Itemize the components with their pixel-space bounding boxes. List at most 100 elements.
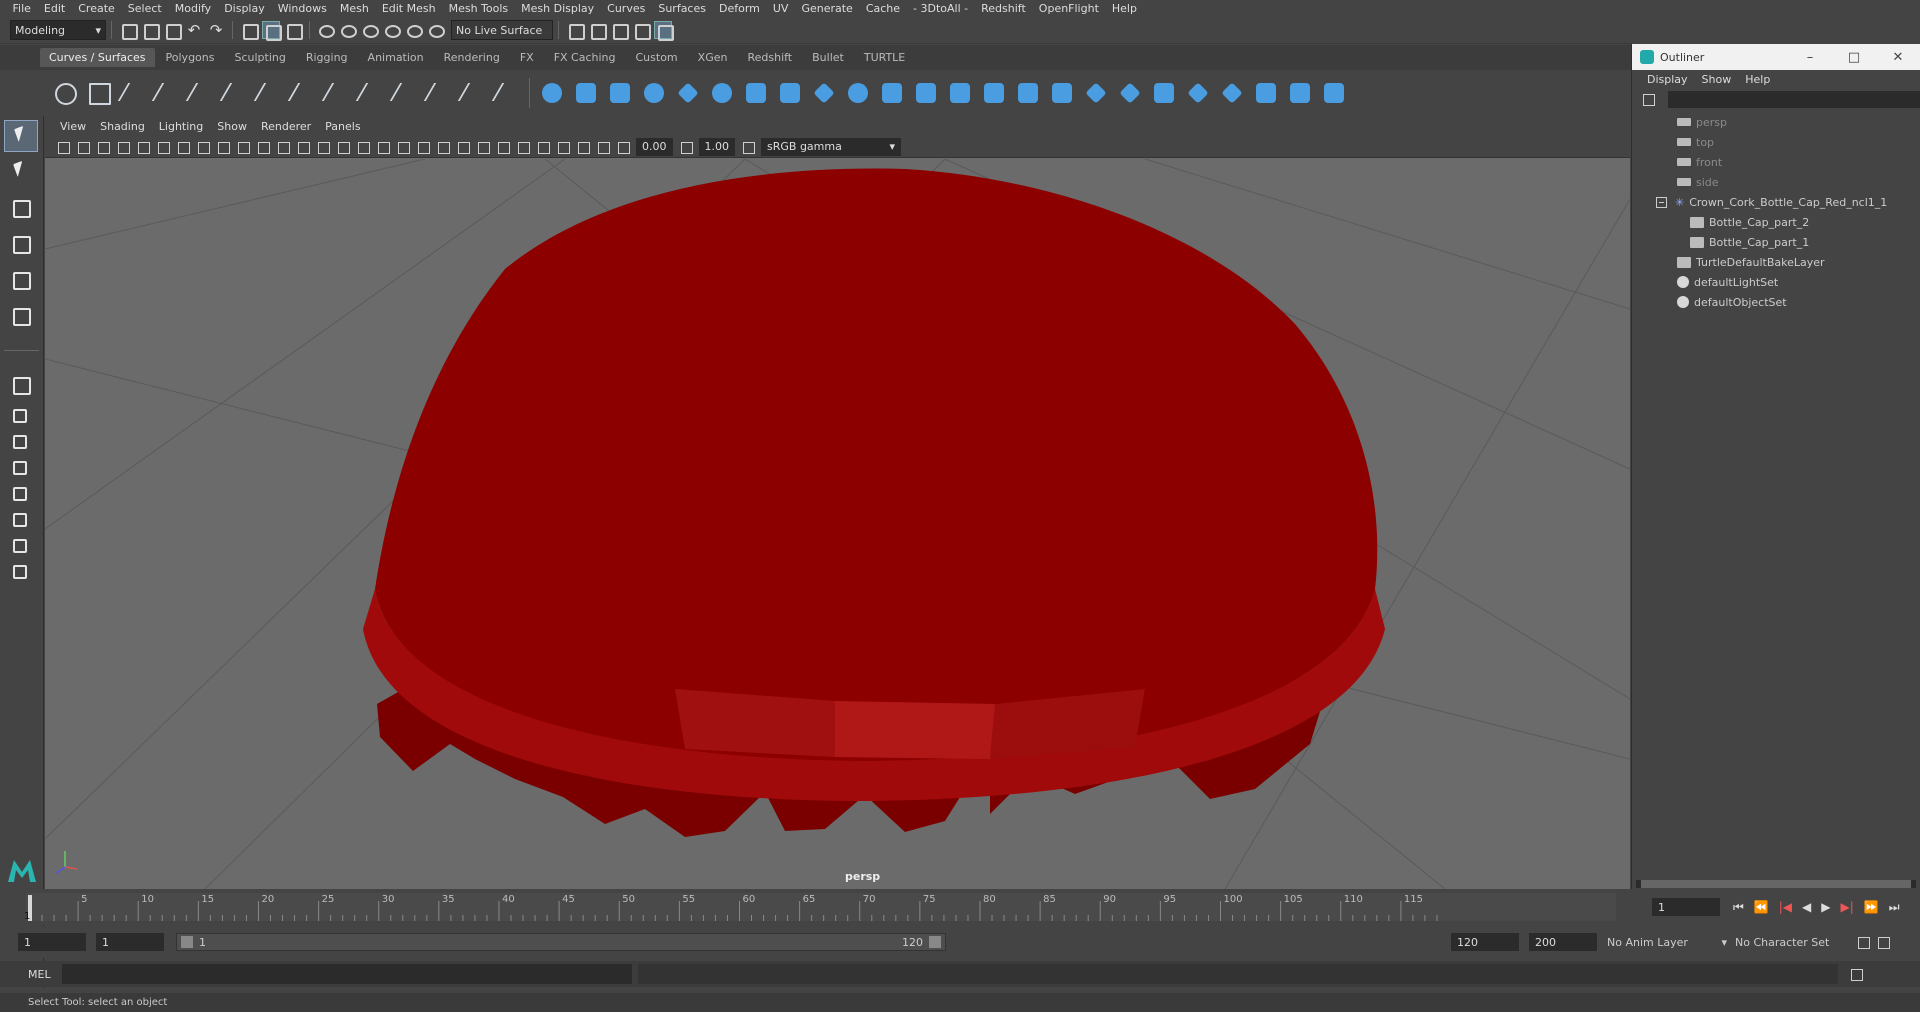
range-end-handle[interactable] [929,936,941,948]
ipr-render-icon[interactable] [588,21,607,40]
script-editor-icon[interactable] [1848,966,1864,982]
project-curve-icon[interactable] [946,79,974,107]
lasso-tool-icon[interactable] [4,156,38,188]
outliner-item-front[interactable]: front [1632,152,1920,172]
tab-redshift[interactable]: Redshift [738,48,801,67]
select-component-icon[interactable] [284,21,303,40]
menu-display[interactable]: Display [218,2,272,15]
menu-generate[interactable]: Generate [795,2,859,15]
outliner-item-bake-layer[interactable]: TurtleDefaultBakeLayer [1632,252,1920,272]
outliner-menu-help[interactable]: Help [1738,73,1777,86]
outliner-menu-display[interactable]: Display [1640,73,1695,86]
open-scene-icon[interactable] [141,21,160,40]
isolate-select-icon[interactable] [535,139,551,155]
select-object-icon[interactable] [262,21,282,41]
playback-end-field[interactable]: 120 [1451,933,1519,951]
arc-tool-icon[interactable] [221,79,249,107]
menu-file[interactable]: File [6,2,37,15]
menu-surfaces[interactable]: Surfaces [652,2,713,15]
outliner-item-part2[interactable]: Bottle_Cap_part_2 [1632,212,1920,232]
single-perspective-layout-icon[interactable] [4,369,38,401]
select-camera-icon[interactable] [55,139,71,155]
pencil-curve-icon[interactable] [187,79,215,107]
wireframe-icon[interactable] [315,139,331,155]
offset-curve-icon[interactable] [459,79,487,107]
snap-grid-icon[interactable] [317,21,335,39]
gamma-field[interactable]: 1.00 [698,137,735,156]
tab-fx-caching[interactable]: FX Caching [545,48,625,67]
custom-layout-icon[interactable] [4,509,38,531]
safe-title-icon[interactable] [295,139,311,155]
render-current-frame-icon[interactable] [566,21,585,40]
tab-fx[interactable]: FX [511,48,543,67]
menu-uv[interactable]: UV [766,2,795,15]
filter-icon[interactable] [1640,91,1656,107]
viewport-menu-lighting[interactable]: Lighting [152,120,210,133]
birail-icon[interactable] [878,79,906,107]
exposure-icon[interactable] [615,139,631,155]
menu-mesh-tools[interactable]: Mesh Tools [442,2,515,15]
tab-turtle[interactable]: TURTLE [855,48,914,67]
two-d-pan-icon[interactable] [135,139,151,155]
move-tool-icon[interactable] [4,228,38,260]
menu-3dtoall[interactable]: - 3DtoAll - [907,2,975,15]
close-icon[interactable]: ✕ [1876,50,1920,65]
persp-outliner-layout-icon[interactable] [4,431,38,453]
tab-sculpting[interactable]: Sculpting [225,48,294,67]
tab-rigging[interactable]: Rigging [297,48,357,67]
tab-rendering[interactable]: Rendering [435,48,509,67]
outliner-item-group[interactable]: ✳ Crown_Cork_Bottle_Cap_Red_ncl1_1 [1632,192,1920,212]
nurbs-circle-icon[interactable] [51,79,79,107]
minimize-icon[interactable]: – [1788,50,1832,65]
select-tool-icon[interactable] [4,120,38,152]
maximize-icon[interactable]: □ [1832,50,1876,65]
gamma-icon[interactable] [678,139,694,155]
nurbs-cone-icon[interactable] [640,79,668,107]
hypershade-icon[interactable] [632,21,651,40]
grease-pencil-icon[interactable] [155,139,171,155]
insert-isoparm-icon[interactable] [1184,79,1212,107]
more-layouts-icon[interactable] [4,561,38,583]
menu-openflight[interactable]: OpenFlight [1032,2,1105,15]
attach-surfaces-icon[interactable] [1082,79,1110,107]
four-view-layout-icon[interactable] [4,405,38,427]
safe-action-icon[interactable] [275,139,291,155]
scroll-thumb[interactable] [1641,880,1911,888]
open-close-surface-icon[interactable] [1150,79,1178,107]
motion-blur-icon[interactable] [475,139,491,155]
bookmark-icon[interactable] [95,139,111,155]
view-transform-dropdown[interactable]: sRGB gamma ▾ [761,137,901,156]
render-view-icon[interactable] [654,21,674,41]
rebuild-curve-icon[interactable] [425,79,453,107]
viewport-menu-view[interactable]: View [53,120,93,133]
menu-help[interactable]: Help [1105,2,1143,15]
curve-intersect-icon[interactable] [289,79,317,107]
current-frame-field[interactable]: 1 [1652,898,1720,916]
menu-mesh-display[interactable]: Mesh Display [515,2,601,15]
outliner-item-top[interactable]: top [1632,132,1920,152]
nurbs-sphere-icon[interactable] [538,79,566,107]
time-slider[interactable]: 5 10 15 20 25 30 35 40 45 50 55 60 65 70 75 80 85 90 95 100… [0,889,1632,925]
resolution-gate-icon[interactable] [215,139,231,155]
auto-key-icon[interactable] [1855,934,1871,950]
save-scene-icon[interactable] [163,21,182,40]
smooth-shade-icon[interactable] [335,139,351,155]
go-to-start-icon[interactable]: ⏮ [1733,900,1744,915]
menu-windows[interactable]: Windows [271,2,333,15]
textured-icon[interactable] [395,139,411,155]
live-surface-field[interactable]: No Live Surface [451,20,553,40]
scale-tool-icon[interactable] [4,300,38,332]
range-slider[interactable]: 1 120 [176,933,946,951]
film-gate-icon[interactable] [195,139,211,155]
snap-together-icon[interactable] [427,21,445,39]
outliner-item-object-set[interactable]: defaultObjectSet [1632,292,1920,312]
tab-custom[interactable]: Custom [627,48,687,67]
use-all-lights-icon[interactable] [415,139,431,155]
outliner-item-side[interactable]: side [1632,172,1920,192]
detach-surfaces-icon[interactable] [1116,79,1144,107]
command-input[interactable] [62,964,632,984]
cut-curve-icon[interactable] [323,79,351,107]
character-set-dropdown[interactable]: No Character Set [1735,936,1845,949]
wireframe-on-shaded-icon[interactable] [375,139,391,155]
mode-dropdown[interactable]: Modeling ▾ [10,20,106,40]
